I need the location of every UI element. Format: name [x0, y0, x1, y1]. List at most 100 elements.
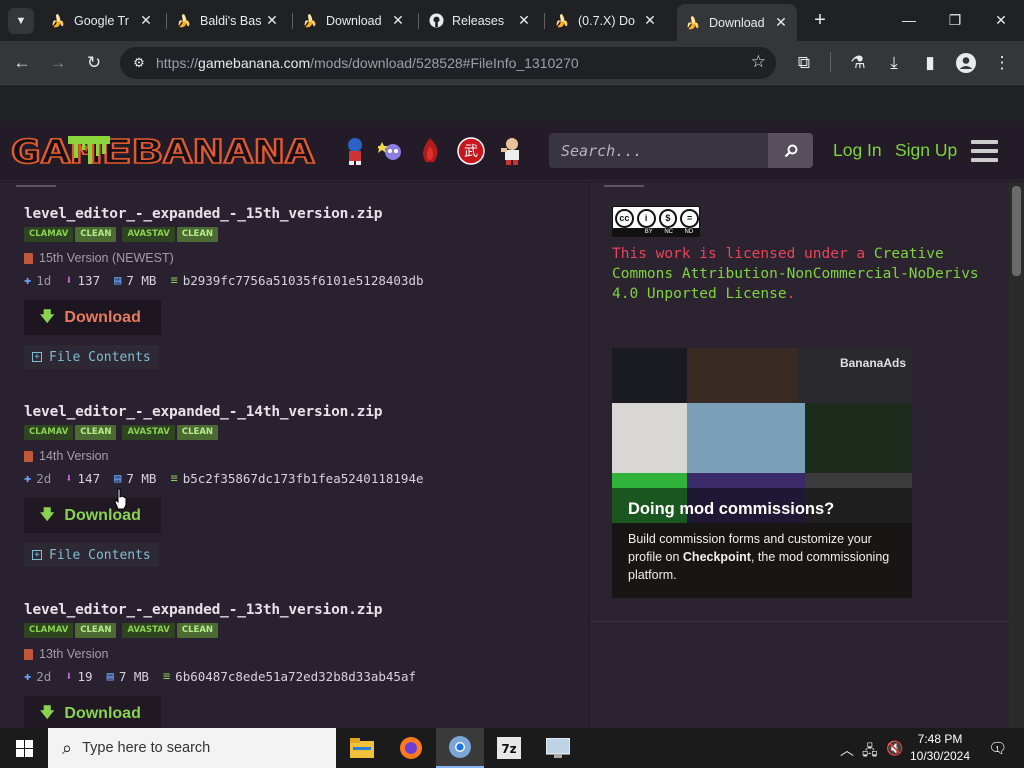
file-size-icon: ▤	[114, 273, 122, 287]
fighter-character-icon[interactable]	[494, 135, 526, 167]
file-meta: ✚ 2d ⬇ 147 ▤ 7 MB ≡ b5c2f35867dc173fb1fea524…	[24, 470, 424, 486]
scanner-badge: CLAMAV	[24, 425, 74, 440]
forward-arrow-icon[interactable]: →	[44, 49, 72, 77]
download-count-icon: ⬇	[65, 669, 73, 683]
hamburger-menu-icon[interactable]	[971, 137, 998, 165]
sidebar-column: cc i $ = BY NC ND This work is licensed un…	[590, 182, 1009, 728]
scanner-badge: CLAMAV	[24, 623, 74, 638]
browser-tab[interactable]: Releases ✕	[420, 6, 540, 35]
expand-icon: +	[32, 352, 42, 362]
file-explorer-icon[interactable]	[338, 728, 386, 768]
reload-icon[interactable]: ↻	[80, 49, 108, 77]
address-bar[interactable]: ⚙ https://gamebanana.com/mods/download/5…	[120, 47, 776, 79]
plus-icon: ✚	[24, 471, 32, 485]
download-icon[interactable]: ⤓	[880, 49, 908, 77]
file-contents-toggle[interactable]: + File Contents	[24, 345, 159, 369]
close-window-button[interactable]: ✕	[978, 0, 1024, 40]
file-meta: ✚ 1d ⬇ 137 ▤ 7 MB ≡ b2939fc7756a51035f6101e5…	[24, 272, 424, 288]
close-icon[interactable]: ✕	[390, 12, 406, 29]
signup-link[interactable]: Sign Up	[895, 140, 957, 161]
flame-character-icon[interactable]	[414, 135, 446, 167]
browser-tab[interactable]: 🍌 Google Tr ✕	[42, 6, 162, 35]
character-icon[interactable]	[339, 135, 371, 167]
file-version: 13th Version	[24, 646, 544, 662]
version-icon	[24, 252, 33, 264]
back-arrow-icon[interactable]: ←	[8, 49, 36, 77]
close-icon[interactable]: ✕	[773, 14, 789, 31]
profile-avatar-icon[interactable]	[952, 49, 980, 77]
scan-badges: CLAMAV CLEAN AVASTAV CLEAN	[24, 425, 544, 440]
notification-icon[interactable]: 🗨 1	[982, 736, 1007, 760]
kanji-emblem-icon[interactable]: 武	[455, 135, 487, 167]
site-search	[549, 133, 813, 168]
side-panel-icon[interactable]: ▮	[916, 49, 944, 77]
svg-text:武: 武	[464, 144, 478, 160]
file-contents-toggle[interactable]: + File Contents	[24, 543, 159, 567]
plus-icon: ✚	[24, 273, 32, 287]
license-text: This work is licensed under a Creative C…	[612, 246, 979, 302]
hand-cursor-icon	[114, 488, 127, 510]
system-clock[interactable]: 7:48 PM 10/30/2024	[908, 731, 972, 765]
file-size-icon: ▤	[114, 471, 122, 485]
scan-status-badge: CLEAN	[176, 623, 219, 638]
browser-tab[interactable]: 🍌 Download ✕	[294, 6, 414, 35]
download-count-icon: ⬇	[65, 471, 73, 485]
scrollbar-thumb[interactable]	[1012, 186, 1021, 276]
svg-text:GAMEBANANA: GAMEBANANA	[10, 136, 315, 167]
taskbar-search-placeholder: Type here to search	[82, 740, 211, 756]
restore-button[interactable]: ❐	[932, 0, 978, 40]
browser-tab[interactable]: 🍌 (0.7.X) Do ✕	[546, 6, 666, 35]
chrome-icon[interactable]	[436, 728, 484, 768]
menu-kebab-icon[interactable]: ⋮	[988, 49, 1016, 77]
download-button[interactable]: 🡇 Download	[24, 498, 161, 533]
url-text[interactable]: https://gamebanana.com/mods/download/528…	[156, 55, 579, 71]
download-button[interactable]: 🡇 Download	[24, 300, 161, 335]
browser-infobar	[0, 84, 1024, 121]
file-version: 14th Version	[24, 448, 544, 464]
search-icon[interactable]	[768, 133, 813, 168]
close-icon[interactable]: ✕	[642, 12, 658, 29]
page-scrollbar[interactable]	[1009, 182, 1024, 728]
site-search-input[interactable]	[549, 133, 768, 168]
browser-tab-active[interactable]: 🍌 Download ✕	[677, 4, 797, 41]
gamebanana-logo[interactable]: GAMEBANANA	[8, 131, 319, 172]
tab-title: Download	[709, 15, 765, 30]
new-tab-button[interactable]: +	[808, 8, 832, 32]
volume-muted-icon[interactable]: 🔇	[886, 740, 903, 757]
bookmark-star-icon[interactable]: ☆	[751, 52, 766, 72]
network-icon[interactable]: 🖧	[862, 740, 878, 764]
7zip-icon[interactable]: 7z	[485, 728, 533, 768]
windows-start-icon[interactable]	[0, 728, 48, 768]
file-name: level_editor_-_expanded_-_15th_version.z…	[24, 206, 383, 222]
chevron-up-icon[interactable]: ︿	[840, 740, 854, 760]
download-arrow-icon: 🡇	[40, 505, 55, 522]
banana-ad[interactable]: BananaAds Doing mod commissions? Build c…	[612, 348, 912, 598]
extensions-icon[interactable]: ⧉	[790, 49, 818, 77]
creative-commons-badge[interactable]: cc i $ = BY NC ND	[612, 206, 700, 237]
scan-status-badge: CLEAN	[75, 623, 117, 638]
labs-flask-icon[interactable]: ⚗	[844, 49, 872, 77]
login-link[interactable]: Log In	[833, 140, 882, 161]
scanner-badge: AVASTAV	[122, 425, 175, 440]
close-icon[interactable]: ✕	[516, 12, 532, 29]
download-arrow-icon: 🡇	[40, 703, 55, 720]
taskbar-search[interactable]: ⌕ Type here to search	[48, 728, 336, 768]
minimize-button[interactable]: —	[886, 0, 932, 40]
firefox-icon[interactable]	[387, 728, 435, 768]
star-character-icon[interactable]	[377, 135, 409, 167]
noncommercial-icon: $	[658, 208, 678, 228]
site-settings-icon[interactable]: ⚙	[128, 55, 150, 71]
scanner-badge: AVASTAV	[122, 227, 175, 242]
remote-desktop-icon[interactable]	[534, 728, 582, 768]
scan-badges: CLAMAV CLEAN AVASTAV CLEAN	[24, 623, 544, 638]
tab-title: Download	[326, 13, 382, 28]
download-button[interactable]: 🡇 Download	[24, 696, 161, 728]
file-name: level_editor_-_expanded_-_14th_version.z…	[24, 404, 383, 420]
close-icon[interactable]: ✕	[138, 12, 154, 29]
close-icon[interactable]: ✕	[264, 12, 280, 29]
file-version: 15th Version (NEWEST)	[24, 250, 544, 266]
browser-tab[interactable]: 🍌 Baldi's Bas ✕	[168, 6, 288, 35]
tab-search-button[interactable]: ▼	[8, 8, 34, 34]
checksum-icon: ≡	[170, 471, 178, 485]
search-icon: ⌕	[62, 737, 73, 758]
